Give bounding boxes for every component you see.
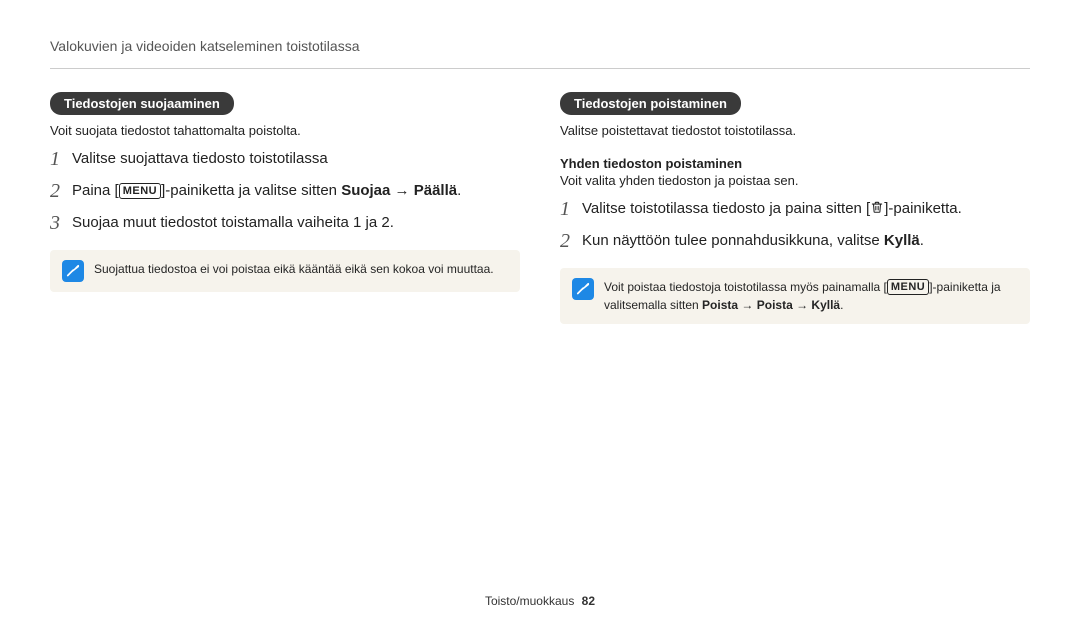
step-text: Paina [MENU]-painiketta ja valitse sitte…	[72, 180, 461, 201]
delete-lead-text: Valitse poistettavat tiedostot toistotil…	[560, 123, 1030, 138]
step-text: Valitse toistotilassa tiedosto ja paina …	[582, 198, 962, 219]
delete-step-2: 2 Kun näyttöön tulee ponnahdusikkuna, va…	[560, 230, 1030, 252]
section-heading-delete: Tiedostojen poistaminen	[560, 92, 741, 115]
text-fragment: Paina [	[72, 182, 119, 199]
page: Valokuvien ja videoiden katseleminen toi…	[0, 0, 1080, 630]
delete-one-lead: Voit valita yhden tiedoston ja poistaa s…	[560, 173, 1030, 188]
left-column: Tiedostojen suojaaminen Voit suojata tie…	[50, 92, 520, 324]
trash-icon	[870, 200, 884, 214]
bold-text: Poista	[757, 298, 793, 312]
arrow: →	[793, 298, 812, 312]
menu-icon: MENU	[119, 183, 161, 199]
arrow: →	[738, 298, 757, 312]
step-text: Valitse suojattava tiedosto toistotilass…	[72, 148, 328, 169]
info-icon	[572, 278, 594, 300]
step-number: 3	[50, 212, 72, 234]
text-fragment: ]-painiketta ja valitse sitten	[161, 182, 341, 199]
step-number: 1	[560, 198, 582, 220]
bold-text: Kyllä	[811, 298, 840, 312]
text-fragment: .	[840, 298, 843, 312]
info-icon	[62, 260, 84, 282]
step-text: Kun näyttöön tulee ponnahdusikkuna, vali…	[582, 230, 924, 251]
content-columns: Tiedostojen suojaaminen Voit suojata tie…	[50, 92, 1030, 324]
delete-one-heading: Yhden tiedoston poistaminen	[560, 156, 1030, 171]
text-fragment: Voit poistaa tiedostoja toistotilassa my…	[604, 280, 887, 294]
info-note: Voit poistaa tiedostoja toistotilassa my…	[560, 268, 1030, 324]
text-fragment: Kun näyttöön tulee ponnahdusikkuna, vali…	[582, 232, 884, 249]
protect-step-2: 2 Paina [MENU]-painiketta ja valitse sit…	[50, 180, 520, 202]
header-rule	[50, 68, 1030, 69]
section-heading-protect: Tiedostojen suojaaminen	[50, 92, 234, 115]
protect-step-1: 1 Valitse suojattava tiedosto toistotila…	[50, 148, 520, 170]
bold-text: Päällä	[414, 182, 457, 199]
right-column: Tiedostojen poistaminen Valitse poistett…	[560, 92, 1030, 324]
bold-text: Kyllä	[884, 232, 920, 249]
note-text: Voit poistaa tiedostoja toistotilassa my…	[604, 278, 1018, 314]
text-fragment: Valitse toistotilassa tiedosto ja paina …	[582, 200, 870, 217]
text-fragment: .	[457, 182, 461, 199]
bold-text: Poista	[702, 298, 738, 312]
delete-step-1: 1 Valitse toistotilassa tiedosto ja pain…	[560, 198, 1030, 220]
protect-lead-text: Voit suojata tiedostot tahattomalta pois…	[50, 123, 520, 138]
step-text: Suojaa muut tiedostot toistamalla vaihei…	[72, 212, 394, 233]
footer-page-number: 82	[582, 594, 595, 608]
info-note: Suojattua tiedostoa ei voi poistaa eikä …	[50, 250, 520, 292]
bold-text: Suojaa	[341, 182, 390, 199]
menu-icon: MENU	[887, 279, 929, 295]
page-header-title: Valokuvien ja videoiden katseleminen toi…	[50, 38, 359, 54]
text-fragment: ]-painiketta.	[884, 200, 962, 217]
protect-step-3: 3 Suojaa muut tiedostot toistamalla vaih…	[50, 212, 520, 234]
text-fragment: .	[920, 232, 924, 249]
step-number: 1	[50, 148, 72, 170]
arrow: →	[390, 182, 413, 199]
step-number: 2	[560, 230, 582, 252]
note-text: Suojattua tiedostoa ei voi poistaa eikä …	[94, 260, 494, 278]
page-footer: Toisto/muokkaus 82	[0, 594, 1080, 608]
footer-section: Toisto/muokkaus	[485, 594, 574, 608]
step-number: 2	[50, 180, 72, 202]
